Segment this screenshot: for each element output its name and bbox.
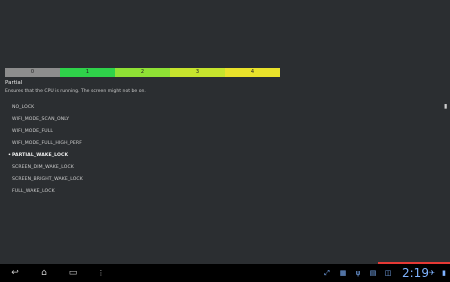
lock-option-label: SCREEN_BRIGHT_WAKE_LOCK: [12, 177, 83, 182]
lock-option[interactable]: SCREEN_DIM_WAKE_LOCK: [0, 162, 83, 174]
sd-card-icon: ▤: [369, 269, 377, 277]
lock-option-label: WIFI_MODE_SCAN_ONLY: [12, 117, 70, 122]
lock-option-label: WIFI_MODE_FULL_HIGH_PERF: [12, 141, 82, 146]
lock-option[interactable]: WIFI_MODE_FULL: [0, 126, 83, 138]
lock-mode-title: Partial: [5, 80, 23, 86]
notification-icon: ◫: [384, 269, 392, 277]
lock-option-label: NO_LOCK: [12, 105, 35, 110]
lock-option-label: PARTIAL_WAKE_LOCK: [12, 153, 69, 158]
lock-option[interactable]: WIFI_MODE_FULL_HIGH_PERF: [0, 138, 83, 150]
usb-icon: ψ: [355, 269, 361, 277]
selected-bullet-icon: •: [8, 153, 12, 158]
lock-option[interactable]: NO_LOCK: [0, 102, 83, 114]
image-icon: ▦: [339, 269, 347, 277]
lock-option[interactable]: FULL_WAKE_LOCK: [0, 186, 83, 198]
lock-options-list: NO_LOCK WIFI_MODE_SCAN_ONLY WIFI_MODE_FU…: [0, 102, 83, 198]
airplane-mode-icon: ✈: [429, 269, 435, 277]
power-scale: 0 1 2 3 4: [5, 68, 280, 77]
fullscreen-icon: ⤢: [324, 269, 330, 277]
lock-option-label: FULL_WAKE_LOCK: [12, 189, 55, 194]
menu-icon[interactable]: ⋮: [96, 264, 106, 282]
lock-option[interactable]: WIFI_MODE_SCAN_ONLY: [0, 114, 83, 126]
lock-option-label: SCREEN_DIM_WAKE_LOCK: [12, 165, 74, 170]
lock-option-selected[interactable]: • PARTIAL_WAKE_LOCK: [0, 150, 83, 162]
home-icon[interactable]: ⌂: [36, 264, 52, 282]
scale-segment-0: 0: [5, 68, 60, 77]
clock: 2:19: [402, 266, 429, 280]
lock-option-label: WIFI_MODE_FULL: [12, 129, 54, 134]
scale-segment-1: 1: [60, 68, 115, 77]
scale-segment-3: 3: [170, 68, 225, 77]
scale-segment-4: 4: [225, 68, 280, 77]
battery-icon: ▮: [442, 269, 446, 277]
edge-handle-icon[interactable]: ▮: [444, 104, 449, 110]
system-navigation-bar: ↩ ⌂ ▭ ⋮ ⤢ ▦ ψ ▤ ◫ 2:19 ✈ ▮: [0, 264, 450, 282]
recent-apps-icon[interactable]: ▭: [65, 264, 81, 282]
lock-mode-description: Ensures that the CPU is running. The scr…: [5, 89, 146, 94]
lock-option[interactable]: SCREEN_BRIGHT_WAKE_LOCK: [0, 174, 83, 186]
scale-segment-2: 2: [115, 68, 170, 77]
back-icon[interactable]: ↩: [8, 264, 22, 282]
